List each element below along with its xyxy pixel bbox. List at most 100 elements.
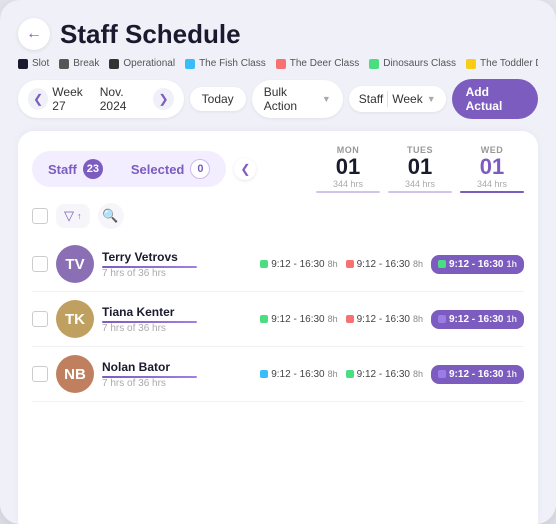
shift-cell: 9:12 - 16:30 8h — [260, 365, 337, 384]
calendar-prev-arrow[interactable]: ❮ — [234, 158, 256, 180]
shift-time: 9:12 - 16:30 — [357, 369, 410, 380]
legend-dot — [18, 59, 28, 69]
cal-hrs: 344 hrs — [405, 179, 435, 189]
next-week-button[interactable]: ❯ — [153, 88, 173, 110]
legend-item: Break — [59, 58, 99, 69]
shift-dot — [260, 315, 268, 323]
staff-tab-label: Staff — [48, 162, 77, 177]
select-all-checkbox[interactable] — [32, 208, 48, 224]
selected-tab[interactable]: Selected 0 — [117, 153, 224, 185]
legend-label: Dinosaurs Class — [383, 58, 456, 69]
search-icon: 🔍 — [102, 208, 118, 224]
shift-time: 9:12 - 16:30 — [449, 314, 503, 325]
shift-dot — [346, 370, 354, 378]
shift-cells: 9:12 - 16:30 8h 9:12 - 16:30 8h 9:12 - 1… — [260, 255, 524, 274]
shift-cells: 9:12 - 16:30 8h 9:12 - 16:30 8h 9:12 - 1… — [260, 310, 524, 329]
cal-bar — [316, 191, 380, 193]
shift-cell: 9:12 - 16:30 8h — [346, 255, 423, 274]
shift-hrs: 8h — [328, 314, 338, 324]
staff-name: Terry Vetrovs — [102, 250, 197, 264]
legend-item: Dinosaurs Class — [369, 58, 456, 69]
shift-cells: 9:12 - 16:30 8h 9:12 - 16:30 8h 9:12 - 1… — [260, 365, 524, 384]
bulk-chevron-icon: ▼ — [322, 94, 331, 104]
shift-time: 9:12 - 16:30 — [271, 259, 324, 270]
today-button[interactable]: Today — [190, 87, 246, 111]
calendar-day-column: WED 01 344 hrs — [460, 145, 524, 193]
search-button[interactable]: 🔍 — [98, 203, 124, 229]
shift-dot — [346, 315, 354, 323]
shift-cell: 9:12 - 16:30 8h — [260, 255, 337, 274]
shift-cell: 9:12 - 16:30 8h — [346, 365, 423, 384]
avatar: TK — [56, 300, 94, 338]
selected-count-badge: 0 — [190, 159, 210, 179]
legend-label: Operational — [123, 58, 175, 69]
legend-item: The Toddler Daycare Class — [466, 58, 538, 69]
legend-dot — [185, 59, 195, 69]
shift-hrs: 8h — [413, 314, 423, 324]
avatar: TV — [56, 245, 94, 283]
shift-time: 9:12 - 16:30 — [357, 259, 410, 270]
legend-dot — [109, 59, 119, 69]
cal-hrs: 344 hrs — [333, 179, 363, 189]
staff-row: TV Terry Vetrovs 7 hrs of 36 hrs 9:12 - … — [32, 237, 524, 292]
shift-hrs: 8h — [328, 259, 338, 269]
staff-list: TV Terry Vetrovs 7 hrs of 36 hrs 9:12 - … — [32, 237, 524, 524]
avatar: NB — [56, 355, 94, 393]
staff-header: Staff 23 Selected 0 ❮ MON 01 344 hrs TUE… — [32, 145, 524, 193]
controls-row: ▽ ↑ 🔍 — [32, 203, 524, 229]
week-nav[interactable]: ❮ Week 27 Nov. 2024 ❯ — [18, 80, 184, 118]
filter-button[interactable]: ▽ ↑ — [56, 204, 90, 228]
cal-day-num[interactable]: 01 — [480, 155, 504, 179]
legend-label: The Deer Class — [290, 58, 359, 69]
selected-tab-label: Selected — [131, 162, 184, 177]
shift-hrs: 8h — [328, 369, 338, 379]
shift-dot — [260, 370, 268, 378]
staff-info: Tiana Kenter 7 hrs of 36 hrs — [102, 305, 197, 334]
legend-dot — [276, 59, 286, 69]
legend-label: The Toddler Daycare Class — [480, 58, 538, 69]
staff-tab[interactable]: Staff 23 — [34, 153, 117, 185]
bulk-action-button[interactable]: Bulk Action ▼ — [252, 80, 343, 118]
shift-dot — [346, 260, 354, 268]
staff-hrs: 7 hrs of 36 hrs — [102, 323, 197, 334]
staff-label: Staff — [359, 92, 383, 106]
staff-name: Tiana Kenter — [102, 305, 197, 319]
shift-time: 9:12 - 16:30 — [271, 369, 324, 380]
legend-label: Break — [73, 58, 99, 69]
add-actual-button[interactable]: Add Actual — [452, 79, 538, 119]
shift-dot — [438, 370, 446, 378]
cal-day-num[interactable]: 01 — [336, 155, 360, 179]
shift-cell-active[interactable]: 9:12 - 16:30 1h — [431, 365, 524, 384]
shift-cell: 9:12 - 16:30 8h — [346, 310, 423, 329]
prev-week-button[interactable]: ❮ — [28, 88, 48, 110]
shift-cell-active[interactable]: 9:12 - 16:30 1h — [431, 310, 524, 329]
week-label: Week 27 — [52, 85, 95, 113]
filter-arrow-icon: ↑ — [77, 211, 82, 221]
staff-week-button[interactable]: Staff Week ▼ — [349, 86, 446, 112]
cal-day-num[interactable]: 01 — [408, 155, 432, 179]
staff-checkbox[interactable] — [32, 256, 48, 272]
shift-time: 9:12 - 16:30 — [449, 369, 503, 380]
legend-label: The Fish Class — [199, 58, 266, 69]
legend-row: Slot Break Operational The Fish Class The De… — [18, 58, 538, 69]
shift-hrs: 8h — [413, 259, 423, 269]
staff-info: Nolan Bator 7 hrs of 36 hrs — [102, 360, 197, 389]
legend-label: Slot — [32, 58, 49, 69]
shift-dot — [438, 315, 446, 323]
staff-count-badge: 23 — [83, 159, 103, 179]
legend-item: The Deer Class — [276, 58, 359, 69]
toolbar-row: ❮ Week 27 Nov. 2024 ❯ Today Bulk Action … — [18, 79, 538, 119]
legend-item: The Fish Class — [185, 58, 266, 69]
calendar-day-column: TUES 01 344 hrs — [388, 145, 452, 193]
shift-cell: 9:12 - 16:30 8h — [260, 310, 337, 329]
legend-dot — [466, 59, 476, 69]
staff-hrs: 7 hrs of 36 hrs — [102, 268, 197, 279]
legend-dot — [369, 59, 379, 69]
back-button[interactable]: ← — [18, 18, 50, 50]
calendar-day-column: MON 01 344 hrs — [316, 145, 380, 193]
shift-cell-active[interactable]: 9:12 - 16:30 1h — [431, 255, 524, 274]
staff-info: Terry Vetrovs 7 hrs of 36 hrs — [102, 250, 197, 279]
staff-checkbox[interactable] — [32, 311, 48, 327]
app-container: ← Staff Schedule SlotBreakOperationalThe… — [0, 0, 556, 524]
staff-checkbox[interactable] — [32, 366, 48, 382]
